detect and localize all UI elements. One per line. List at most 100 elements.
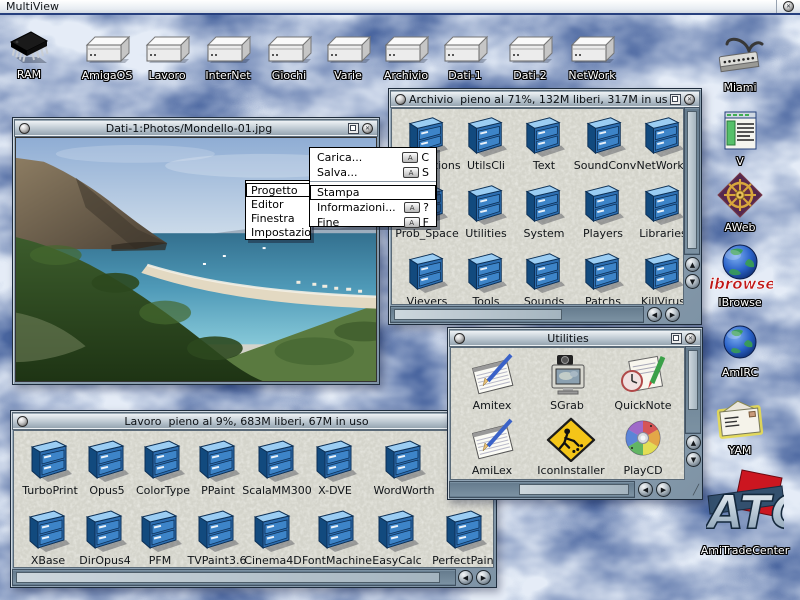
tool-amitex[interactable]: Amitex [460,351,524,412]
drawer-killvirus[interactable]: KillVirus [635,249,684,305]
tool-sgrab[interactable]: SGrab [535,351,599,412]
titlebar[interactable]: Archivio pieno al 71%, 132M liberi, 317M… [391,91,699,107]
desktop-icon-amigaos[interactable]: AmigaOS [78,33,136,82]
scrollbar-thumb[interactable] [687,111,697,249]
scroll-down-button[interactable]: ▼ [685,274,700,289]
screen-titlebar[interactable]: MultiView ✕ [0,0,800,15]
drawer-fontmachine[interactable]: FontMachine [306,506,368,567]
horizontal-scrollbar[interactable] [391,307,643,322]
scroll-right-button[interactable]: ▶ [656,482,671,497]
scroll-left-button[interactable]: ◀ [647,307,662,322]
drawer-tvpaint[interactable]: TVPaint3.6 [188,506,246,567]
desktop-icon-v[interactable]: V [698,107,782,168]
desktop-icon-dati2[interactable]: Dati-2 [501,33,559,82]
drawer-colortype[interactable]: ColorType [134,436,192,497]
menu-item-editor[interactable]: Editor [246,197,310,211]
tool-playcd[interactable]: PlayCD [612,416,674,477]
titlebar[interactable]: Lavoro pieno al 9%, 683M liberi, 67M in … [13,413,494,429]
drawer-xdve[interactable]: X-DVE [306,436,364,497]
scroll-up-button[interactable]: ▲ [685,257,700,272]
drawer-wordworth[interactable]: WordWorth [373,436,435,497]
screen-depth-gadget[interactable]: ✕ [776,0,800,13]
scroll-left-button[interactable]: ◀ [638,482,653,497]
zoom-gadget[interactable] [348,123,359,134]
desktop-icon-giochi[interactable]: Giochi [260,33,318,82]
depth-gadget[interactable]: ✕ [685,333,696,344]
titlebar[interactable]: Dati-1:Photos/Mondello-01.jpg ✕ [15,120,377,136]
menu-item-impostazioni[interactable]: Impostazioni [246,225,310,239]
scrollbar-thumb[interactable] [688,350,698,410]
menu-item-carica[interactable]: Carica... AC [310,150,436,165]
horizontal-scrollbar[interactable] [13,570,455,585]
drawer-pfm[interactable]: PFM [131,506,189,567]
drawer-perfectpaint[interactable]: PerfectPaint [434,506,494,567]
tool-amilex[interactable]: AmiLex [460,416,524,477]
vertical-scrollbar[interactable] [685,108,699,254]
drawer-diropus4[interactable]: DirOpus4 [76,506,134,567]
drawer-scalamm300[interactable]: ScalaMM300 [246,436,308,497]
scrollbar-thumb[interactable] [394,309,562,320]
desktop-icon-aweb[interactable]: AWeb [698,171,782,234]
desktop-icon-dati1[interactable]: Dati-1 [436,33,494,82]
drawer-vievers[interactable]: Vievers [399,249,455,305]
drawer-easycalc[interactable]: EasyCalc [368,506,426,567]
depth-gadget[interactable]: ✕ [362,123,373,134]
desktop-icon-amitradecenter[interactable]: ATC AmiTradeCenter [698,468,792,557]
menu-item-salva[interactable]: Salva... AS [310,165,436,180]
menu-item-progetto[interactable]: Progetto [246,183,310,197]
drawer-turboprint[interactable]: TurboPrint [21,436,79,497]
titlebar[interactable]: Utilities ✕ [450,330,700,346]
drawer-utilities[interactable]: Utilities [458,181,514,240]
close-gadget[interactable] [19,123,30,134]
menu-separator [310,181,436,184]
menu-item-informazioni[interactable]: Informazioni... A? [310,200,436,215]
icon-label: Varie [334,69,362,82]
desktop-icon-network[interactable]: NetWork [563,33,621,82]
menu-item-stampa[interactable]: Stampa [310,185,436,200]
desktop-icon-archivio[interactable]: Archivio [377,33,435,82]
zoom-gadget[interactable] [671,333,682,344]
tool-iconinstaller[interactable]: IconInstaller [535,416,607,477]
vertical-scrollbar[interactable] [686,347,700,433]
drawer-libraries[interactable]: Libraries [635,181,684,240]
menu-item-finestra[interactable]: Finestra [246,211,310,225]
drawer-soundconv[interactable]: SoundConv [575,113,635,172]
desktop-icon-lavoro[interactable]: Lavoro [138,33,196,82]
desktop-icon-yam[interactable]: YAM [698,398,782,457]
scrollbar-thumb[interactable] [16,572,440,583]
drawer-utilscli[interactable]: UtilsCli [458,113,514,172]
desktop-icon-miami[interactable]: Miami [698,33,782,94]
scroll-right-button[interactable]: ▶ [665,307,680,322]
desktop-icon-ibrowse[interactable]: ibrowse IBrowse [698,242,782,309]
close-gadget[interactable] [17,416,28,427]
amiga-key-icon: A [403,167,419,178]
drawer-players[interactable]: Players [575,181,631,240]
drawer-sounds[interactable]: Sounds [516,249,572,305]
close-gadget[interactable] [454,333,465,344]
desktop-icon-amirc[interactable]: AmIRC [698,322,782,379]
desktop-icon-varie[interactable]: Varie [319,33,377,82]
drawer-text[interactable]: Text [516,113,572,172]
tool-quicknote[interactable]: QuickNote [610,351,676,412]
drawer-networks[interactable]: NetWorks [635,113,684,172]
desktop-icon-internet[interactable]: InterNet [199,33,257,82]
scrollbar-thumb[interactable] [519,484,629,495]
drawer-patchs[interactable]: Patchs [575,249,631,305]
drawer-opus5[interactable]: Opus5 [78,436,136,497]
scroll-left-button[interactable]: ◀ [458,570,473,585]
scroll-up-button[interactable]: ▲ [686,435,701,450]
drawer-ppaint[interactable]: PPaint [189,436,247,497]
drawer-tools[interactable]: Tools [458,249,514,305]
close-gadget[interactable] [395,94,406,105]
drawer-system[interactable]: System [516,181,572,240]
horizontal-scrollbar[interactable] [450,482,634,497]
drawer-cinema4d[interactable]: Cinema4D [244,506,302,567]
desktop-icon-ram[interactable]: RAM [0,26,58,81]
zoom-gadget[interactable] [670,94,681,105]
scroll-right-button[interactable]: ▶ [476,570,491,585]
depth-gadget[interactable]: ✕ [684,94,695,105]
drawer-xbase[interactable]: XBase [19,506,77,567]
resize-gadget[interactable]: ╱ [693,485,699,496]
menu-item-fine[interactable]: Fine AF [310,215,436,230]
scroll-down-button[interactable]: ▼ [686,452,701,467]
